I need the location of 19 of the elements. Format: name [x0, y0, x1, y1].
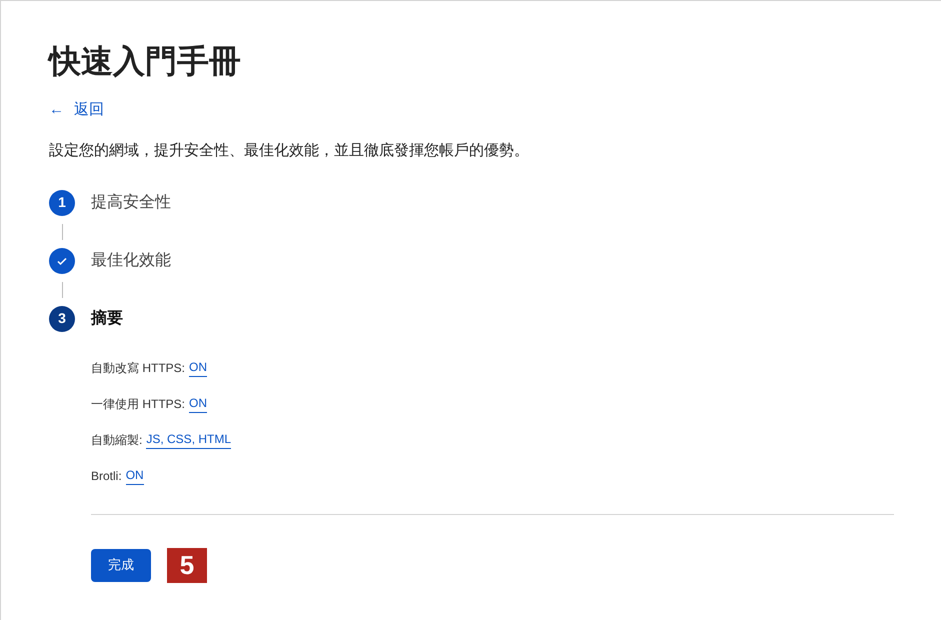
setting-value-link[interactable]: ON	[189, 394, 208, 413]
description: 設定您的網域，提升安全性、最佳化效能，並且徹底發揮您帳戶的優勢。	[49, 140, 530, 160]
page-title: 快速入門手冊	[49, 42, 242, 81]
setting-label: 自動縮製:	[91, 432, 142, 448]
step-label: 摘要	[91, 308, 123, 328]
step-label: 最佳化效能	[91, 250, 171, 270]
setting-value-link[interactable]: ON	[189, 358, 208, 377]
setting-label: Brotli:	[91, 468, 122, 484]
done-button[interactable]: 完成	[91, 548, 151, 582]
step-number: 3	[49, 306, 75, 332]
setting-label: 一律使用 HTTPS:	[91, 396, 186, 412]
callout-badge: 5	[167, 548, 207, 582]
setting-value-link[interactable]: ON	[126, 466, 144, 485]
step-label: 提高安全性	[91, 192, 171, 212]
check-icon	[49, 248, 75, 274]
setting-value-link[interactable]: JS, CSS, HTML	[146, 430, 232, 449]
setting-label: 自動改寫 HTTPS:	[91, 360, 186, 376]
step-number: 1	[49, 190, 75, 216]
back-link[interactable]: ← 返回	[49, 99, 104, 122]
